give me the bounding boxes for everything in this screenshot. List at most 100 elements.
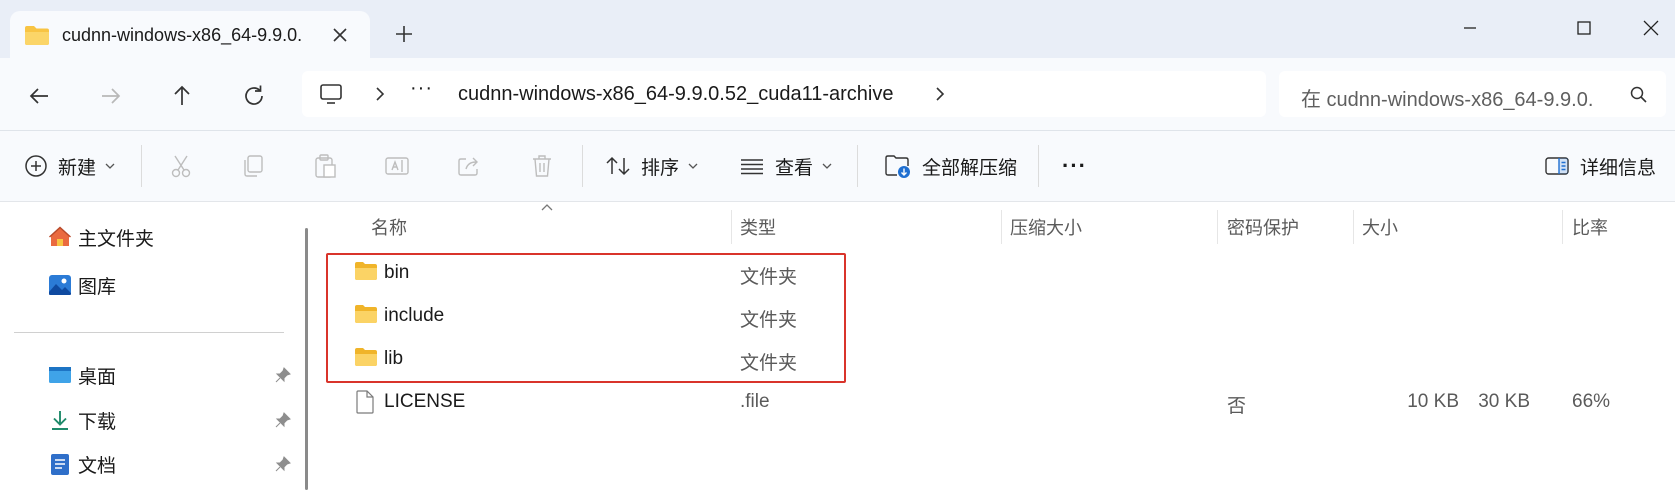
window-close-icon[interactable]: [1628, 8, 1674, 48]
details-label: 详细信息: [1580, 157, 1657, 179]
document-icon: [48, 452, 72, 476]
tab-title: cudnn-windows-x86_64-9.9.0.: [62, 25, 303, 45]
copy-icon: [240, 153, 266, 179]
folder-icon: [354, 261, 378, 281]
pin-icon[interactable]: [274, 455, 292, 473]
new-plus-icon: [24, 154, 48, 178]
paste-button[interactable]: [312, 131, 338, 201]
file-type: 文件夹: [740, 310, 798, 331]
address-bar[interactable]: ··· cudnn-windows-x86_64-9.9.0.52_cuda11…: [302, 71, 1266, 117]
minimize-icon[interactable]: [1447, 8, 1493, 48]
list-item[interactable]: include 文件夹: [322, 295, 1675, 335]
delete-button[interactable]: [529, 131, 555, 201]
column-divider[interactable]: [1217, 210, 1218, 244]
title-bar: cudnn-windows-x86_64-9.9.0.: [0, 0, 1675, 58]
chevron-right-icon[interactable]: [930, 84, 950, 104]
column-header-type[interactable]: 类型: [740, 214, 776, 240]
column-divider[interactable]: [1001, 210, 1002, 244]
chevron-down-icon: [104, 160, 116, 172]
navigation-pane: 主文件夹 图库 桌面 下载 文档: [0, 202, 300, 490]
details-pane-icon: [1544, 155, 1570, 177]
refresh-icon[interactable]: [238, 80, 270, 112]
list-item[interactable]: lib 文件夹: [322, 338, 1675, 378]
file-password: 否: [1227, 396, 1247, 417]
extract-all-button[interactable]: 全部解压缩: [884, 131, 1017, 201]
toolbar-divider: [857, 145, 858, 187]
sidebar-item-label: 桌面: [78, 366, 117, 388]
rename-button[interactable]: [384, 131, 410, 201]
new-label: 新建: [58, 157, 97, 179]
extract-all-label: 全部解压缩: [922, 157, 1018, 179]
view-button[interactable]: 查看: [739, 131, 833, 201]
file-name: include: [384, 305, 445, 326]
paste-icon: [312, 153, 338, 179]
forward-arrow-icon[interactable]: [94, 80, 126, 112]
search-icon[interactable]: [1629, 85, 1649, 105]
cut-button[interactable]: [168, 131, 194, 201]
sidebar-item-label: 主文件夹: [78, 228, 155, 250]
view-list-icon: [739, 154, 765, 178]
sidebar-scrollbar[interactable]: [305, 228, 308, 490]
file-type: 文件夹: [740, 353, 798, 374]
sort-icon: [605, 154, 631, 178]
file-icon: [354, 390, 376, 414]
sidebar-item-label: 图库: [78, 276, 117, 298]
sidebar-item-gallery[interactable]: 图库: [48, 270, 116, 300]
column-divider[interactable]: [1353, 210, 1354, 244]
this-pc-icon[interactable]: [318, 81, 344, 107]
back-arrow-icon[interactable]: [24, 80, 56, 112]
toolbar-divider: [1038, 145, 1039, 187]
chevron-right-icon[interactable]: [370, 84, 390, 104]
breadcrumb-path[interactable]: cudnn-windows-x86_64-9.9.0.52_cuda11-arc…: [458, 83, 893, 106]
file-name: bin: [384, 262, 410, 283]
column-divider[interactable]: [731, 210, 732, 244]
copy-button[interactable]: [240, 131, 266, 201]
pin-icon[interactable]: [274, 366, 292, 384]
new-button[interactable]: 新建: [24, 131, 116, 201]
details-pane-button[interactable]: 详细信息: [1544, 131, 1656, 201]
breadcrumb-overflow[interactable]: ···: [410, 77, 433, 100]
share-button[interactable]: [456, 131, 482, 201]
folder-icon: [354, 347, 378, 367]
sidebar-item-label: 下载: [78, 411, 117, 433]
file-ratio: 66%: [1572, 391, 1611, 412]
close-icon[interactable]: [328, 23, 352, 47]
pin-icon[interactable]: [274, 411, 292, 429]
rename-icon: [384, 153, 410, 179]
sidebar-item-label: 文档: [78, 455, 117, 477]
sidebar-item-desktop[interactable]: 桌面: [48, 360, 116, 390]
column-header-size[interactable]: 大小: [1362, 214, 1398, 240]
desktop-icon: [48, 364, 72, 386]
file-name: LICENSE: [384, 391, 466, 412]
sidebar-item-documents[interactable]: 文档: [48, 449, 116, 479]
navigation-bar: ··· cudnn-windows-x86_64-9.9.0.52_cuda11…: [0, 58, 1675, 131]
download-icon: [48, 408, 72, 432]
folder-icon: [24, 24, 50, 46]
gallery-icon: [48, 273, 72, 297]
file-name: lib: [384, 348, 404, 369]
column-header-name[interactable]: 名称: [371, 214, 407, 240]
column-divider[interactable]: [1562, 210, 1563, 244]
column-header-ratio[interactable]: 比率: [1572, 214, 1608, 240]
file-size: 30 KB: [1478, 391, 1530, 412]
share-icon: [456, 153, 482, 179]
chevron-down-icon: [687, 160, 699, 172]
cut-icon: [168, 153, 194, 179]
list-item[interactable]: bin 文件夹: [322, 252, 1675, 292]
search-input[interactable]: 在 cudnn-windows-x86_64-9.9.0.: [1279, 71, 1666, 117]
tab-active[interactable]: cudnn-windows-x86_64-9.9.0.: [10, 11, 370, 58]
list-item[interactable]: LICENSE .file 10 KB 否 30 KB 66%: [322, 381, 1675, 421]
folder-icon: [354, 304, 378, 324]
sort-button[interactable]: 排序: [605, 131, 699, 201]
sidebar-item-home[interactable]: 主文件夹: [48, 222, 154, 252]
toolbar-divider: [582, 145, 583, 187]
maximize-icon[interactable]: [1561, 8, 1607, 48]
plus-icon[interactable]: [392, 22, 416, 46]
sort-ascending-icon: [540, 202, 554, 212]
up-arrow-icon[interactable]: [166, 80, 198, 112]
sidebar-item-downloads[interactable]: 下载: [48, 405, 116, 435]
more-options-button[interactable]: ···: [1062, 131, 1087, 201]
file-list: 名称 类型 压缩大小 密码保护 大小 比率 bin 文件夹 include 文件…: [322, 202, 1675, 490]
column-header-compressed-size[interactable]: 压缩大小: [1010, 214, 1082, 240]
column-header-password[interactable]: 密码保护: [1227, 214, 1299, 240]
